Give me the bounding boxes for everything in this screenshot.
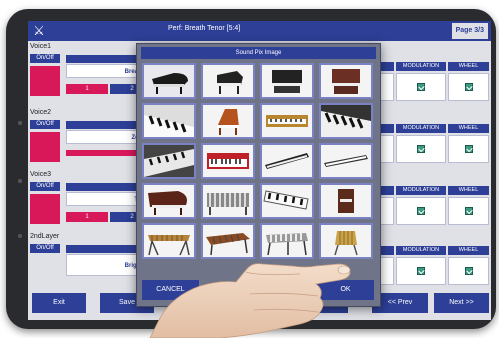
voice1-wheel-cell[interactable] <box>448 73 489 101</box>
image-piano-keys-closeup[interactable] <box>142 103 196 139</box>
voice2-label: Voice2 <box>30 109 52 116</box>
image-harpsichord[interactable] <box>201 103 255 139</box>
layer-wheel-cell[interactable] <box>448 257 489 285</box>
column-header-wheel: WHEEL <box>448 124 489 133</box>
voice3-modulation-cell[interactable] <box>396 197 446 225</box>
voice2-wheel-cell[interactable] <box>448 135 489 163</box>
voice3-modulation-checkbox[interactable] <box>417 207 425 215</box>
image-vintage-keyboard[interactable] <box>260 103 314 139</box>
voice2-modulation-cell[interactable] <box>396 135 446 163</box>
tablet-camera-dot <box>18 121 22 125</box>
voice1-label: Voice1 <box>30 43 52 50</box>
image-keys-angled[interactable] <box>319 103 373 139</box>
voice1-button-1[interactable]: 1 <box>66 84 108 94</box>
column-header-modulation: MODULATION <box>396 186 446 195</box>
app-screen: ⚔ Perf: Breath Tenor [5:4] Page 3/3 Voic… <box>28 21 491 320</box>
voice2-modulation-checkbox[interactable] <box>417 145 425 153</box>
voice2-color-swatch[interactable] <box>30 132 60 162</box>
image-grand-piano-wood[interactable] <box>142 183 196 219</box>
second-layer-onoff-button[interactable]: On/Off <box>30 244 60 253</box>
dialog-ok-button[interactable]: OK <box>317 280 374 300</box>
image-cabinet-organ[interactable] <box>319 183 373 219</box>
voice3-wheel-checkbox[interactable] <box>464 207 473 215</box>
tuning-fork-icon[interactable]: ⚔ <box>31 23 47 39</box>
dialog-title: Sound Pix Image <box>141 47 376 59</box>
image-grand-piano[interactable] <box>142 63 196 99</box>
layer-modulation-cell[interactable] <box>396 257 446 285</box>
image-grid <box>142 63 375 261</box>
layer-modulation-checkbox[interactable] <box>417 267 425 275</box>
voice1-modulation-cell[interactable] <box>396 73 446 101</box>
image-stage-piano[interactable] <box>319 143 373 179</box>
voice2-onoff-button[interactable]: On/Off <box>30 120 60 129</box>
exit-button[interactable]: Exit <box>32 293 86 313</box>
tablet-sensor-dot <box>18 234 22 238</box>
voice3-label: Voice3 <box>30 171 52 178</box>
image-celesta-keys[interactable] <box>260 183 314 219</box>
image-upright-piano-dark[interactable] <box>260 63 314 99</box>
column-header-wheel: WHEEL <box>448 62 489 71</box>
app-title: Perf: Breath Tenor [5:4] <box>168 25 241 32</box>
layer-wheel-checkbox[interactable] <box>464 267 473 275</box>
image-music-box[interactable] <box>319 223 373 259</box>
voice1-modulation-checkbox[interactable] <box>417 83 425 91</box>
voice2-wheel-checkbox[interactable] <box>464 145 473 153</box>
image-synth-keyboard[interactable] <box>260 143 314 179</box>
image-electric-piano-keys[interactable] <box>142 143 196 179</box>
title-bar: ⚔ Perf: Breath Tenor [5:4] Page 3/3 <box>28 21 491 41</box>
image-upright-piano-wood[interactable] <box>319 63 373 99</box>
voice1-onoff-button[interactable]: On/Off <box>30 54 60 63</box>
voice1-wheel-checkbox[interactable] <box>464 83 473 91</box>
tablet-sensor-dot <box>18 179 22 183</box>
dialog-cancel-button[interactable]: CANCEL <box>142 280 199 300</box>
page-indicator[interactable]: Page 3/3 <box>451 23 488 39</box>
column-header-wheel: WHEEL <box>448 186 489 195</box>
sound-pix-image-dialog: Sound Pix Image CANCEL OK <box>136 43 381 307</box>
image-glockenspiel[interactable] <box>260 223 314 259</box>
next-page-button[interactable]: Next >> <box>434 293 489 313</box>
column-header-modulation: MODULATION <box>396 62 446 71</box>
image-grand-piano-side[interactable] <box>201 63 255 99</box>
voice3-button-1[interactable]: 1 <box>66 212 108 222</box>
image-red-keyboard[interactable] <box>201 143 255 179</box>
column-header-wheel: WHEEL <box>448 246 489 255</box>
voice3-onoff-button[interactable]: On/Off <box>30 182 60 191</box>
second-layer-label: 2ndLayer <box>30 233 60 240</box>
voice1-color-swatch[interactable] <box>30 66 60 96</box>
voice3-wheel-cell[interactable] <box>448 197 489 225</box>
image-marimba[interactable] <box>201 223 255 259</box>
voice3-color-swatch[interactable] <box>30 194 60 224</box>
column-header-modulation: MODULATION <box>396 246 446 255</box>
image-vibraphone[interactable] <box>201 183 255 219</box>
image-xylophone[interactable] <box>142 223 196 259</box>
column-header-modulation: MODULATION <box>396 124 446 133</box>
